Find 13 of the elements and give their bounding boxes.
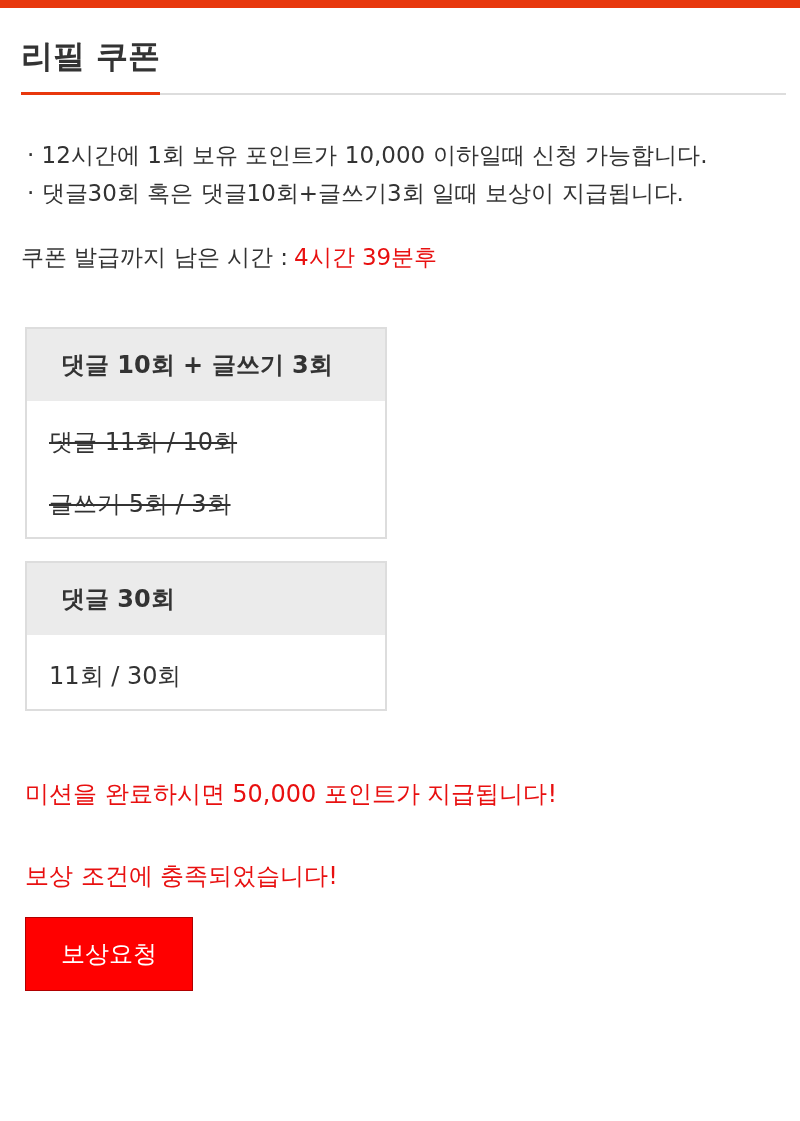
mission-progress: 글쓰기 5회 / 3회 [49, 490, 231, 518]
info-note: · 12시간에 1회 보유 포인트가 10,000 이하일때 신청 가능합니다. [26, 141, 709, 169]
info-note: · 댓글30회 혹은 댓글10회+글쓰기3회 일때 보상이 지급됩니다. [26, 179, 685, 207]
mission-progress: 댓글 11회 / 10회 [49, 428, 238, 456]
countdown-label: 쿠폰 발급까지 남은 시간 : [21, 243, 288, 271]
mission-title: 댓글 10회 + 글쓰기 3회 [27, 329, 385, 401]
countdown-value: 4시간 39분후 [294, 243, 438, 271]
mission-title: 댓글 30회 [27, 563, 385, 635]
page-title: 리필 쿠폰 [21, 34, 161, 95]
reward-request-button[interactable]: 보상요청 [25, 917, 193, 991]
status-message: 보상 조건에 충족되었습니다! [25, 861, 339, 891]
mission-progress: 11회 / 30회 [49, 662, 182, 690]
reward-message: 미션을 완료하시면 50,000 포인트가 지급됩니다! [25, 779, 559, 809]
